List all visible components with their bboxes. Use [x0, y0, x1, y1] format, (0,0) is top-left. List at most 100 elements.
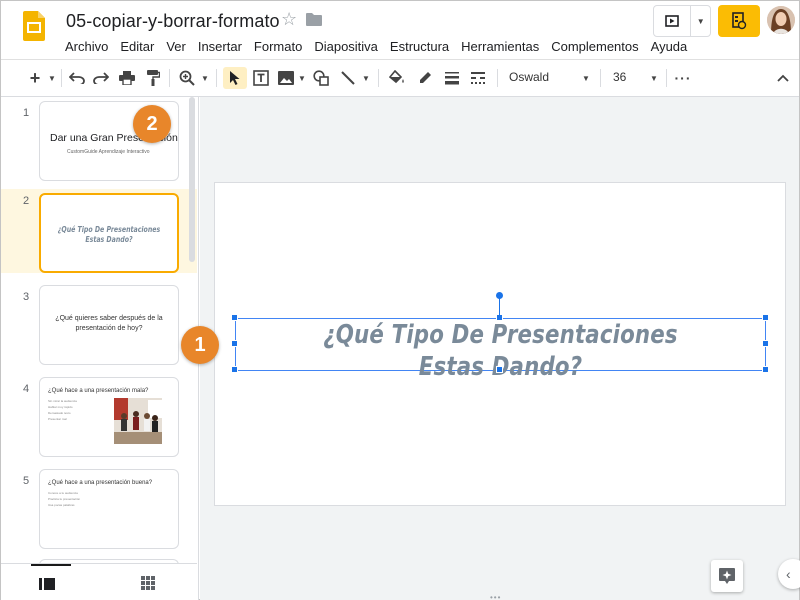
toolbar: + ▼ ▼ ▼ ▼ Oswald ▼ 36 ▼ ··· — [1, 59, 799, 97]
slide-filmstrip: 1 Dar una Gran Presentación CustomGuide … — [1, 97, 199, 600]
title-text[interactable]: ¿Qué Tipo De Presentaciones Estas Dando? — [284, 319, 718, 383]
font-family-select[interactable]: Oswald — [509, 70, 549, 84]
line-dropdown-icon[interactable]: ▼ — [361, 67, 371, 89]
resize-handle-top[interactable] — [496, 314, 503, 321]
side-panel-toggle[interactable]: ‹ — [778, 559, 800, 589]
explore-button[interactable] — [711, 560, 743, 592]
slide-bullet: Conoce a tu audiencia — [48, 491, 78, 495]
callout-2: 2 — [133, 105, 171, 143]
resize-handle-bottom[interactable] — [496, 366, 503, 373]
rotation-handle[interactable] — [496, 292, 503, 299]
current-slide[interactable]: ¿Qué Tipo De Presentaciones Estas Dando? — [215, 183, 785, 505]
callout-1: 1 — [181, 326, 219, 364]
document-title[interactable]: 05-copiar-y-borrar-formato — [66, 11, 280, 32]
slide-number: 2 — [23, 195, 30, 207]
slide-title-line: Estas Dando? — [85, 235, 133, 244]
redo-icon[interactable] — [91, 67, 111, 89]
menu-diapositiva[interactable]: Diapositiva — [308, 37, 384, 56]
border-dash-icon[interactable] — [468, 67, 488, 89]
slide-title: ¿Qué hace a una presentación mala? — [48, 388, 149, 394]
slide-bullet: Usa pocas palabras — [48, 503, 75, 507]
slide-preview[interactable]: ¿Qué quieres saber después de la present… — [39, 285, 179, 365]
fill-color-icon[interactable] — [387, 67, 407, 89]
editor-canvas[interactable]: ¿Qué Tipo De Presentaciones Estas Dando?… — [200, 97, 800, 600]
shape-icon[interactable] — [311, 67, 331, 89]
slide-thumbnail-2[interactable]: 2 ¿Qué Tipo De Presentaciones Estas Dand… — [1, 189, 197, 273]
slide-thumbnail-5[interactable]: 5 ¿Qué hace a una presentación buena? Co… — [1, 469, 197, 553]
slide-preview[interactable]: ¿Qué hace a una presentación buena? Cono… — [39, 469, 179, 549]
slide-number: 5 — [23, 475, 30, 487]
resize-handle-top-right[interactable] — [762, 314, 769, 321]
font-size-dropdown-icon[interactable]: ▼ — [649, 67, 659, 89]
slide-bullet: Sin mirar la audiencia — [48, 399, 77, 403]
resize-handle-left[interactable] — [231, 340, 238, 347]
star-icon[interactable]: ☆ — [281, 9, 297, 30]
resize-handle-bottom-right[interactable] — [762, 366, 769, 373]
menu-ayuda[interactable]: Ayuda — [645, 37, 694, 56]
slide-bullet: Demasiado texto — [48, 411, 71, 415]
undo-icon[interactable] — [67, 67, 87, 89]
menu-ver[interactable]: Ver — [160, 37, 192, 56]
zoom-dropdown-icon[interactable]: ▼ — [200, 67, 210, 89]
chevron-left-icon: ‹ — [786, 566, 791, 582]
slide-number: 4 — [23, 383, 30, 395]
slide-thumbnail-3[interactable]: 3 ¿Qué quieres saber después de la prese… — [1, 285, 197, 369]
menu-archivo[interactable]: Archivo — [59, 37, 114, 56]
menu-insertar[interactable]: Insertar — [192, 37, 248, 56]
paint-format-icon[interactable] — [143, 67, 163, 89]
image-icon[interactable] — [276, 67, 296, 89]
toolbar-divider — [169, 69, 170, 87]
font-size-select[interactable]: 36 — [613, 70, 626, 84]
font-family-dropdown-icon[interactable]: ▼ — [581, 67, 591, 89]
slide-bullet: Presentar mal — [48, 417, 67, 421]
menu-editar[interactable]: Editar — [114, 37, 160, 56]
present-dropdown-icon[interactable]: ▼ — [691, 6, 710, 36]
app-header: 05-copiar-y-borrar-formato ☆ Archivo Edi… — [1, 1, 799, 59]
slide-title: ¿Qué quieres saber después de la present… — [55, 315, 163, 332]
slide-title-line: ¿Qué Tipo De Presentaciones — [57, 225, 161, 234]
present-icon[interactable] — [654, 6, 692, 36]
collapse-icon[interactable] — [773, 67, 793, 89]
slide-preview[interactable]: ¿Qué Tipo De Presentaciones Estas Dando? — [39, 193, 179, 273]
print-icon[interactable] — [117, 67, 137, 89]
toolbar-divider — [600, 69, 601, 87]
title-textbox[interactable]: ¿Qué Tipo De Presentaciones Estas Dando? — [235, 318, 766, 382]
slide-number: 1 — [23, 107, 30, 119]
resize-handle-top-left[interactable] — [231, 314, 238, 321]
add-icon[interactable]: + — [25, 67, 45, 89]
notes-resize-handle[interactable]: ••• — [490, 593, 501, 600]
slide-bullet: Hablar muy rápido — [48, 405, 73, 409]
line-icon[interactable] — [338, 67, 358, 89]
menu-formato[interactable]: Formato — [248, 37, 308, 56]
menu-estructura[interactable]: Estructura — [384, 37, 455, 56]
slide-photo — [114, 398, 162, 444]
textbox-icon[interactable] — [251, 67, 271, 89]
menu-herramientas[interactable]: Herramientas — [455, 37, 545, 56]
zoom-icon[interactable] — [177, 67, 197, 89]
select-icon[interactable] — [223, 67, 247, 89]
resize-handle-bottom-left[interactable] — [231, 366, 238, 373]
menu-complementos[interactable]: Complementos — [545, 37, 644, 56]
slide-thumbnail-4[interactable]: 4 ¿Qué hace a una presentación mala? Sin… — [1, 377, 197, 461]
grid-view-icon[interactable] — [141, 576, 155, 590]
slides-logo-icon[interactable] — [23, 11, 45, 41]
slide-number: 3 — [23, 291, 30, 303]
slide-preview[interactable]: ¿Qué hace a una presentación mala? Sin m… — [39, 377, 179, 457]
user-avatar[interactable] — [767, 6, 795, 34]
filmstrip-scrollbar[interactable] — [189, 97, 195, 262]
more-icon[interactable]: ··· — [673, 67, 693, 89]
share-button[interactable] — [718, 5, 760, 37]
border-weight-icon[interactable] — [442, 67, 462, 89]
border-color-icon[interactable] — [415, 67, 435, 89]
folder-icon[interactable] — [306, 12, 322, 26]
list-view-icon[interactable] — [39, 577, 55, 590]
slide-bullet: Practica tu presentación — [48, 497, 81, 501]
explore-icon — [719, 568, 735, 584]
rotation-stem — [499, 298, 500, 315]
image-dropdown-icon[interactable]: ▼ — [297, 67, 307, 89]
add-dropdown-icon[interactable]: ▼ — [47, 67, 57, 89]
slide-title: ¿Qué Tipo De Presentaciones Estas Dando? — [56, 225, 162, 245]
toolbar-divider — [497, 69, 498, 87]
present-button[interactable]: ▼ — [653, 5, 711, 37]
resize-handle-right[interactable] — [762, 340, 769, 347]
